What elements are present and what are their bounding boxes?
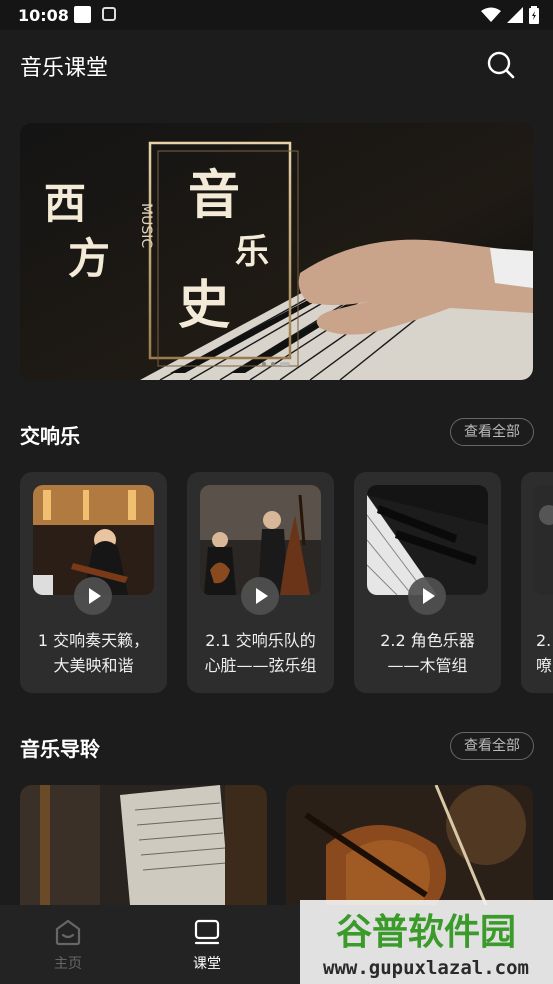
course-title-line2: 嘹 bbox=[536, 656, 553, 675]
course-card[interactable]: 1 交响奏天籁， 大美映和谐 bbox=[20, 472, 167, 693]
course-title: 1 交响奏天籁， 大美映和谐 bbox=[28, 628, 159, 678]
status-icons bbox=[481, 6, 539, 24]
page-title: 音乐课堂 bbox=[20, 56, 109, 81]
guide-thumbnail[interactable] bbox=[286, 785, 533, 905]
poster-char-2: 方 bbox=[68, 234, 110, 283]
play-icon[interactable] bbox=[408, 577, 446, 615]
course-title-line2: 心脏——弦乐组 bbox=[204, 656, 317, 675]
course-title: 2.2 角色乐器 ——木管组 bbox=[362, 628, 493, 678]
view-all-guide-button[interactable]: 查看全部 bbox=[450, 732, 534, 760]
signal-icon bbox=[507, 7, 523, 23]
course-title: 2.1 交响乐队的 心脏——弦乐组 bbox=[195, 628, 326, 678]
play-icon[interactable] bbox=[74, 577, 112, 615]
course-card[interactable]: 2. 嘹 bbox=[521, 472, 553, 693]
watermark-title: 谷普软件园 bbox=[336, 912, 516, 953]
poster-char-4: 乐 bbox=[235, 232, 269, 272]
course-card[interactable]: 2.1 交响乐队的 心脏——弦乐组 bbox=[187, 472, 334, 693]
home-icon bbox=[55, 919, 81, 946]
nav-label-home: 主页 bbox=[54, 956, 82, 972]
battery-icon bbox=[529, 6, 539, 24]
course-title-line2: ——木管组 bbox=[387, 656, 468, 675]
search-icon[interactable] bbox=[486, 50, 516, 80]
guide-thumbnail[interactable] bbox=[20, 785, 267, 905]
course-title-line1: 2.1 交响乐队的 bbox=[205, 631, 316, 650]
course-card[interactable]: 2.2 角色乐器 ——木管组 bbox=[354, 472, 501, 693]
carousel-dot bbox=[262, 362, 266, 366]
watermark-url: www.gupuxlazal.com bbox=[323, 957, 529, 979]
section-title-guide: 音乐导聆 bbox=[20, 737, 100, 761]
course-title-line1: 1 交响奏天籁， bbox=[37, 631, 150, 650]
view-all-symphony-button[interactable]: 查看全部 bbox=[450, 418, 534, 446]
poster-char-5: 史 bbox=[178, 275, 230, 336]
watermark: 谷普软件园 www.gupuxlazal.com bbox=[300, 900, 553, 984]
classroom-icon bbox=[194, 919, 220, 945]
poster-char-3: 音 bbox=[188, 165, 240, 226]
carousel-indicator bbox=[262, 362, 290, 366]
course-title-line1: 2. bbox=[536, 631, 552, 650]
play-icon[interactable] bbox=[241, 577, 279, 615]
course-title-line2: 大美映和谐 bbox=[53, 656, 134, 675]
app-bar: 音乐课堂 bbox=[0, 30, 553, 100]
course-title-line1: 2.2 角色乐器 bbox=[380, 631, 475, 650]
wifi-icon bbox=[481, 7, 501, 22]
banner-image: 西 方 音 乐 史 MUSIC bbox=[20, 123, 533, 380]
course-thumbnail bbox=[534, 485, 553, 595]
app-notification-icon bbox=[102, 7, 116, 21]
section-title-symphony: 交响乐 bbox=[20, 424, 80, 448]
nav-item-classroom[interactable]: 课堂 bbox=[167, 905, 247, 984]
course-title: 2. 嘹 bbox=[536, 628, 553, 678]
carousel-dot bbox=[271, 362, 275, 366]
poster-char-1: 西 bbox=[44, 179, 86, 228]
status-time: 10:08 bbox=[18, 6, 69, 25]
nav-label-classroom: 课堂 bbox=[193, 956, 221, 972]
notification-icon bbox=[74, 6, 91, 23]
poster-subtext: MUSIC bbox=[138, 203, 154, 248]
symphony-card-list[interactable]: 1 交响奏天籁， 大美映和谐 2.1 交响乐队的 心脏——弦乐组 2.2 角色乐… bbox=[20, 472, 553, 693]
carousel-dot-active bbox=[280, 362, 290, 366]
status-bar: 10:08 bbox=[0, 0, 553, 30]
nav-item-home[interactable]: 主页 bbox=[28, 905, 108, 984]
banner-carousel[interactable]: 西 方 音 乐 史 MUSIC bbox=[20, 123, 533, 380]
